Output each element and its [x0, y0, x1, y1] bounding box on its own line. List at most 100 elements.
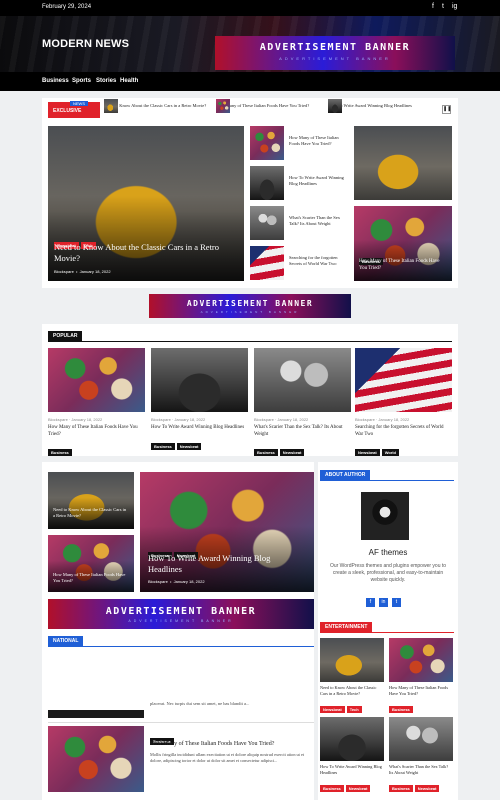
tag[interactable]: Newsbeat — [320, 706, 345, 714]
grid-card-title: How Many of These Italian Foods Have You… — [53, 572, 126, 583]
popular-card[interactable]: Blockspare · January 18, 2022 Searching … — [355, 348, 452, 459]
tag[interactable]: Business — [48, 449, 72, 456]
linkedin-icon[interactable]: in — [379, 598, 388, 607]
excerpt: Mollis fringilla incididunt ullam execit… — [150, 752, 305, 763]
author-name[interactable]: Blockspare — [54, 269, 74, 274]
section-divider — [48, 646, 314, 647]
nav-health[interactable]: Health — [120, 78, 138, 84]
section-title: ENTERTAINMENT — [320, 622, 373, 632]
nav-business[interactable]: Business — [42, 78, 69, 84]
thumbnail — [250, 206, 284, 240]
card-title: Need to Know About the Classic Cars in a… — [320, 685, 377, 696]
instagram-icon[interactable]: ig — [452, 3, 457, 10]
post-date: January 18, 2022 — [79, 269, 111, 274]
card-image — [320, 638, 384, 682]
post-date: January 18, 2022 — [378, 417, 410, 422]
nav-sports[interactable]: Sports — [72, 78, 91, 84]
section-divider — [48, 341, 452, 342]
grid-card[interactable]: How Many of These Italian Foods Have You… — [48, 535, 134, 592]
author-name[interactable]: Blockspare — [148, 579, 168, 584]
post-meta: Blockspare • January 18, 2022 — [148, 579, 205, 584]
tag[interactable]: Newsbeat — [345, 785, 371, 793]
top-bar: February 29, 2024 f t ig — [0, 0, 500, 16]
tag[interactable]: Business — [389, 706, 413, 714]
post-tags: Business Newsbeat — [254, 441, 351, 459]
featured-title[interactable]: Need to Know About the Classic Cars in a… — [54, 242, 234, 264]
author-name[interactable]: Blockspare — [151, 417, 171, 422]
tag[interactable]: Business — [254, 449, 278, 456]
popular-card[interactable]: Blockspare · January 18, 2022 How To Wri… — [151, 348, 248, 453]
ent-card[interactable]: What's Scarier Than the Sex Talk? Its Ab… — [389, 717, 453, 795]
ent-card[interactable]: Need to Know About the Classic Cars in a… — [320, 638, 384, 716]
divider — [48, 722, 314, 723]
national-image-1[interactable] — [48, 652, 144, 718]
nav-stories[interactable]: Stories — [96, 78, 116, 84]
tag[interactable]: Business — [320, 785, 344, 793]
card-image — [389, 717, 453, 761]
ticker-item[interactable]: How Many of These Italian Foods Have You… — [216, 99, 324, 113]
news-label: NEWS — [70, 101, 88, 106]
ticker-item[interactable]: Need to Know About the Classic Cars in a… — [104, 99, 212, 113]
author-name[interactable]: Blockspare — [48, 417, 68, 422]
section-title: POPULAR — [48, 331, 83, 341]
tag[interactable]: Newsbeat — [176, 442, 202, 450]
card-title: What's Scarier Than the Sex Talk? Its Ab… — [389, 764, 449, 775]
popular-card[interactable]: Blockspare · January 18, 2022 What's Sca… — [254, 348, 351, 459]
card-image — [254, 348, 351, 412]
ent-card[interactable]: How To Write Award Winning Blog Headline… — [320, 717, 384, 795]
ticker-item[interactable]: How To Write Award Winning Blog Headline… — [328, 99, 438, 113]
featured-post[interactable]: Newsbeat Tech Need to Know About the Clas… — [48, 126, 244, 281]
post-date: January 18, 2022 — [277, 417, 309, 422]
right-card-car[interactable] — [354, 126, 452, 200]
card-title[interactable]: What's Scarier Than the Sex Talk? Its Ab… — [254, 425, 351, 438]
ad-subtitle: ADVERTISEMENT BANNER — [279, 56, 391, 61]
facebook-icon[interactable]: f — [366, 598, 375, 607]
tag[interactable]: World — [381, 449, 399, 456]
card-image — [48, 348, 145, 412]
national-item-title[interactable]: How Many of These Italian Foods Have You… — [150, 740, 310, 748]
thumbnail — [250, 126, 284, 160]
national-image-2[interactable] — [48, 726, 144, 792]
exclusive-label: EXCLUSIVE — [53, 108, 82, 114]
low-ad-banner[interactable]: ADVERTISEMENT BANNER ADVERTISEMENT BANNE… — [48, 599, 314, 629]
right-card-title[interactable]: How Many of These Italian Foods Have You… — [359, 258, 447, 272]
list-item[interactable]: How To Write Award Winning Blog Headline… — [250, 166, 350, 200]
card-title[interactable]: Searching for the forgotten Secrets of W… — [355, 425, 452, 438]
excerpt: placerat. Nec turpis dui sem sit amet, n… — [150, 701, 250, 706]
site-logo[interactable]: MODERN NEWS — [42, 38, 129, 50]
list-item[interactable]: Searching for the forgotten Secrets of W… — [250, 246, 350, 280]
tag[interactable]: Business — [389, 785, 413, 793]
author-name[interactable]: Blockspare — [355, 417, 375, 422]
card-title: How Many of These Italian Foods Have You… — [389, 685, 448, 696]
card-title[interactable]: How Many of These Italian Foods Have You… — [48, 425, 145, 438]
tag[interactable]: Newsbeat — [414, 785, 440, 793]
ad-title: ADVERTISEMENT BANNER — [105, 606, 257, 617]
popular-card[interactable]: Blockspare · January 18, 2022 How Many o… — [48, 348, 145, 459]
pause-icon[interactable]: ❚❚ — [442, 105, 451, 114]
grid-big-card[interactable]: Business Newsbeat How To Write Award Winn… — [140, 472, 314, 592]
twitter-icon[interactable]: t — [392, 598, 401, 607]
facebook-icon[interactable]: f — [432, 3, 434, 10]
ad-title: ADVERTISEMENT BANNER — [186, 299, 314, 308]
tag[interactable]: Business — [151, 442, 175, 450]
header-ad-banner[interactable]: ADVERTISEMENT BANNER ADVERTISEMENT BANNE… — [215, 36, 455, 70]
twitter-icon[interactable]: t — [442, 3, 444, 10]
tag[interactable]: Newsbeat — [355, 449, 380, 456]
grid-big-title: How To Write Award Winning Blog Headline… — [148, 553, 271, 574]
thumbnail — [250, 166, 284, 200]
author-name[interactable]: Blockspare — [254, 417, 274, 422]
list-item[interactable]: How Many of These Italian Foods Have You… — [250, 126, 350, 160]
tag[interactable]: Tech — [346, 706, 362, 714]
right-card-food[interactable]: Business How Many of These Italian Foods… — [354, 206, 452, 281]
grid-card[interactable]: Need to Know About the Classic Cars in a… — [48, 472, 134, 529]
card-title[interactable]: How To Write Award Winning Blog Headline… — [151, 425, 248, 432]
thumbnail — [216, 99, 230, 113]
mid-ad-banner[interactable]: ADVERTISEMENT BANNER ADVERTISEMENT BANNE… — [149, 294, 351, 318]
post-tags: Business Newsbeat — [320, 777, 384, 795]
list-item[interactable]: What's Scarier Than the Sex Talk? Its Ab… — [250, 206, 350, 240]
post-date: January 18, 2022 — [71, 417, 103, 422]
tag[interactable]: Newsbeat — [279, 449, 305, 456]
card-image — [389, 638, 453, 682]
ent-card[interactable]: How Many of These Italian Foods Have You… — [389, 638, 453, 716]
thumbnail — [104, 99, 118, 113]
